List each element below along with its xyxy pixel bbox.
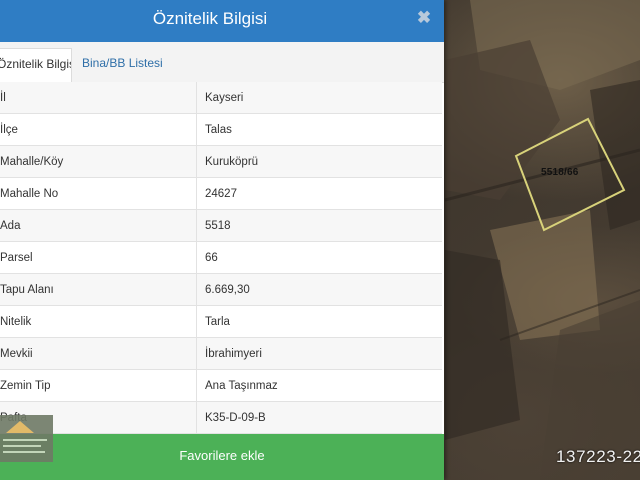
tab-building-list[interactable]: Bina/BB Listesi bbox=[82, 48, 163, 82]
table-row: Ada 5518 bbox=[0, 209, 442, 242]
attribute-key: İl bbox=[0, 82, 197, 114]
house-icon bbox=[6, 421, 34, 433]
attribute-table: İl Kayseri İlçe Talas Mahalle/Köy Kuruköprü Ma… bbox=[0, 82, 442, 434]
logo bbox=[0, 415, 53, 462]
attribute-key-label: Parsel bbox=[0, 251, 33, 264]
attribute-key-label: Tapu Alanı bbox=[0, 283, 54, 296]
attribute-key: Zemin Tip bbox=[0, 369, 197, 402]
attribute-value: Kuruköprü bbox=[196, 145, 442, 178]
overlay-id-text: 137223-22 bbox=[556, 447, 640, 466]
logo-line bbox=[3, 445, 41, 447]
attribute-value: Ana Taşınmaz bbox=[196, 369, 442, 402]
attribute-value: Talas bbox=[196, 113, 442, 146]
attribute-key: Nitelik bbox=[0, 305, 197, 338]
close-icon[interactable]: ✖ bbox=[416, 8, 432, 28]
attribute-key-label: Nitelik bbox=[0, 315, 32, 328]
table-row: Nitelik Tarla bbox=[0, 305, 442, 338]
table-row: Mevkii İbrahimyeri bbox=[0, 337, 442, 370]
attribute-key-label: İlçe bbox=[0, 123, 18, 136]
attribute-value: 24627 bbox=[196, 177, 442, 210]
table-row: Mahalle No 24627 bbox=[0, 177, 442, 210]
panel-header: Öznitelik Bilgisi ✖ bbox=[0, 0, 444, 42]
attribute-value: 6.669,30 bbox=[196, 273, 442, 306]
attribute-value: K35-D-09-B bbox=[196, 401, 442, 434]
attribute-value: Kayseri bbox=[196, 82, 442, 114]
table-row: Tapu Alanı 6.669,30 bbox=[0, 273, 442, 306]
table-row: Mahalle/Köy Kuruköprü bbox=[0, 145, 442, 178]
parcel-label: 5518/66 bbox=[541, 167, 579, 178]
attribute-key: Ada bbox=[0, 209, 197, 242]
attribute-key: Mahalle No bbox=[0, 177, 197, 210]
attribute-key: İlçe bbox=[0, 113, 197, 146]
attribute-key: Mevkii bbox=[0, 337, 197, 370]
attribute-value: İbrahimyeri bbox=[196, 337, 442, 370]
table-row: Zemin Tip Ana Taşınmaz bbox=[0, 369, 442, 402]
tab-attribute-info[interactable]: Öznitelik Bilgisi bbox=[0, 48, 72, 83]
attribute-key-label: Ada bbox=[0, 219, 21, 232]
attribute-key-label: Mahalle No bbox=[0, 187, 59, 200]
table-row: Parsel 66 bbox=[0, 241, 442, 274]
attribute-key: Parsel bbox=[0, 241, 197, 274]
attribute-key-label: Mevkii bbox=[0, 347, 33, 360]
tab-bar: Öznitelik Bilgisi Bina/BB Listesi bbox=[0, 42, 444, 83]
table-row: İl Kayseri bbox=[0, 82, 442, 114]
table-row: İlçe Talas bbox=[0, 113, 442, 146]
logo-line bbox=[3, 451, 45, 453]
attribute-value: Tarla bbox=[196, 305, 442, 338]
attribute-key-label: İl bbox=[0, 91, 6, 104]
logo-line bbox=[3, 439, 47, 441]
panel-title: Öznitelik Bilgisi bbox=[152, 9, 268, 28]
add-favorite-button[interactable]: Favorilere ekle bbox=[0, 434, 444, 480]
attribute-value: 66 bbox=[196, 241, 442, 274]
attribute-key: Tapu Alanı bbox=[0, 273, 197, 306]
attribute-key: Mahalle/Köy bbox=[0, 145, 197, 178]
attribute-key-label: Zemin Tip bbox=[0, 379, 51, 392]
attribute-panel: Öznitelik Bilgisi ✖ Öznitelik Bilgisi Bi… bbox=[0, 0, 444, 480]
attribute-value: 5518 bbox=[196, 209, 442, 242]
table-row: PaftaK35-D-09-B bbox=[0, 401, 442, 434]
attribute-key-label: Mahalle/Köy bbox=[0, 155, 64, 168]
